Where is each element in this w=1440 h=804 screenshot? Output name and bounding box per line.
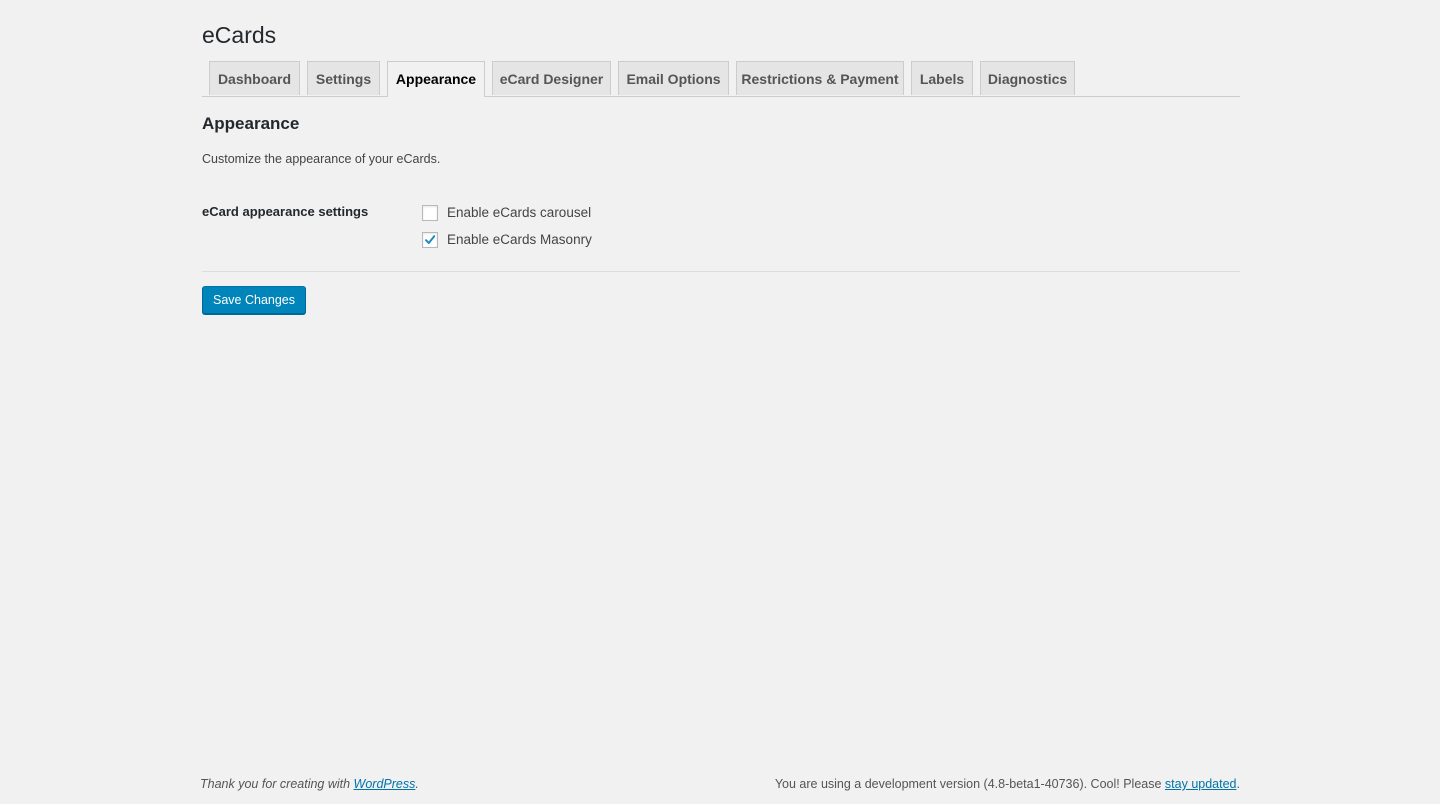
save-changes-button[interactable]: Save Changes xyxy=(202,286,307,314)
option-carousel[interactable]: Enable eCards carousel xyxy=(422,204,591,222)
check-icon xyxy=(425,235,436,244)
nav-tab-wrapper: Dashboard Settings Appearance eCard Desi… xyxy=(202,61,1240,97)
footer-thankyou-text: Thank you for creating with xyxy=(200,777,354,791)
tab-email-options[interactable]: Email Options xyxy=(618,61,729,95)
carousel-label[interactable]: Enable eCards carousel xyxy=(447,204,591,222)
tab-restrictions-payment[interactable]: Restrictions & Payment xyxy=(736,61,904,95)
wordpress-link[interactable]: WordPress xyxy=(354,777,416,791)
tab-diagnostics[interactable]: Diagnostics xyxy=(980,61,1075,95)
footer-version-suffix: . xyxy=(1236,777,1240,791)
divider xyxy=(202,271,1240,272)
footer-version: You are using a development version (4.8… xyxy=(775,776,1240,792)
masonry-label[interactable]: Enable eCards Masonry xyxy=(447,231,592,249)
settings-row-label: eCard appearance settings xyxy=(202,204,369,219)
tab-dashboard[interactable]: Dashboard xyxy=(209,61,300,95)
stay-updated-link[interactable]: stay updated xyxy=(1165,777,1237,791)
tab-appearance[interactable]: Appearance xyxy=(387,61,485,97)
option-masonry[interactable]: Enable eCards Masonry xyxy=(422,231,592,249)
footer-version-text: You are using a development version (4.8… xyxy=(774,777,1165,791)
section-description: Customize the appearance of your eCards. xyxy=(202,152,441,166)
tab-settings[interactable]: Settings xyxy=(307,61,380,95)
tab-labels[interactable]: Labels xyxy=(911,61,973,95)
section-title: Appearance xyxy=(202,114,300,133)
page-title: eCards xyxy=(202,22,277,48)
footer-thankyou: Thank you for creating with WordPress. xyxy=(200,776,419,792)
masonry-checkbox[interactable] xyxy=(422,232,438,248)
footer-thankyou-suffix: . xyxy=(415,777,419,791)
tab-ecard-designer[interactable]: eCard Designer xyxy=(492,61,611,95)
carousel-checkbox[interactable] xyxy=(422,205,438,221)
